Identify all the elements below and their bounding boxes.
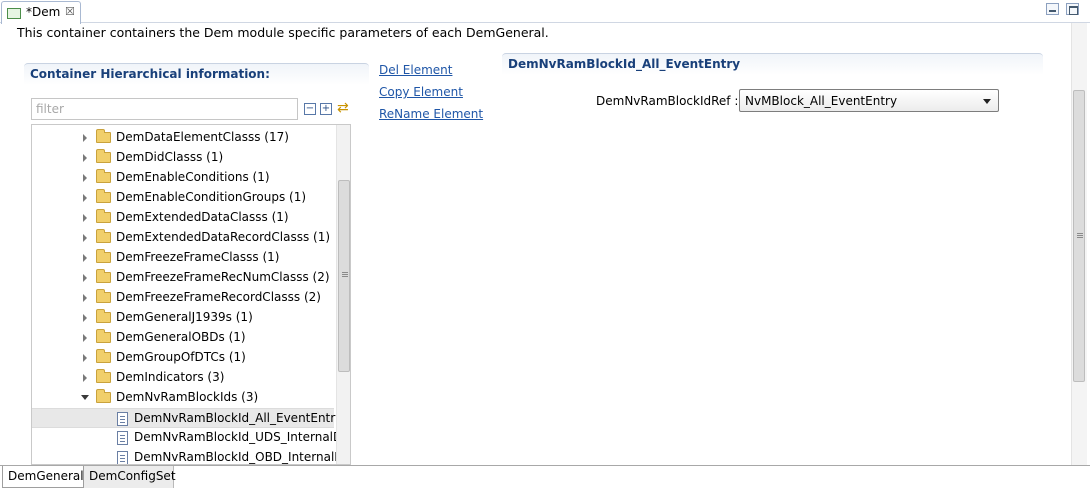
folder-icon — [96, 129, 111, 143]
collapsed-arrow-icon[interactable] — [83, 294, 87, 302]
scroll-grip-icon — [1077, 233, 1083, 234]
folder-icon — [96, 329, 111, 343]
tree-folder-node[interactable]: DemNvRamBlockIds (3) — [32, 388, 334, 408]
tree-node-label: DemFreezeFrameRecNumClasss (2) — [116, 270, 330, 284]
tree-node-label: DemExtendedDataRecordClasss (1) — [116, 230, 331, 244]
tree-folder-node[interactable]: DemFreezeFrameClasss (1) — [32, 248, 334, 268]
folder-icon — [96, 249, 111, 263]
chevron-down-icon — [983, 99, 991, 104]
tree-folder-node[interactable]: DemExtendedDataClasss (1) — [32, 208, 334, 228]
tree-folder-node[interactable]: DemEnableConditionGroups (1) — [32, 188, 334, 208]
editor-tab-dem[interactable]: *Dem ☒ — [1, 1, 81, 24]
collapsed-arrow-icon[interactable] — [83, 334, 87, 342]
folder-icon — [96, 189, 111, 203]
folder-icon — [96, 369, 111, 383]
tree-node-label: DemGeneralJ1939s (1) — [116, 310, 253, 324]
module-description: This container containers the Dem module… — [17, 25, 549, 40]
tree-folder-node[interactable]: DemGeneralOBDs (1) — [32, 328, 334, 348]
tree-node-label: DemNvRamBlockIds (3) — [116, 390, 259, 404]
tree-node-label: DemEnableConditions (1) — [116, 170, 270, 184]
scroll-grip-icon — [342, 272, 348, 273]
collapsed-arrow-icon[interactable] — [83, 234, 87, 242]
nvram-block-id-ref-select[interactable]: NvMBlock_All_EventEntry — [739, 89, 999, 112]
expand-all-icon[interactable]: + — [320, 103, 332, 115]
tree-node-label: DemIndicators (3) — [116, 370, 225, 384]
copy-element-link[interactable]: Copy Element — [379, 85, 463, 99]
tree-folder-node[interactable]: DemFreezeFrameRecNumClasss (2) — [32, 268, 334, 288]
collapsed-arrow-icon[interactable] — [83, 214, 87, 222]
tree-folder-node[interactable]: DemGroupOfDTCs (1) — [32, 348, 334, 368]
rename-element-link[interactable]: ReName Element — [379, 107, 483, 121]
folder-icon — [96, 269, 111, 283]
close-icon[interactable]: ☒ — [65, 5, 75, 18]
folder-icon — [96, 309, 111, 323]
tree-node-label: DemFreezeFrameRecordClasss (2) — [116, 290, 321, 304]
folder-icon — [96, 289, 111, 303]
nvram-block-id-ref-label: DemNvRamBlockIdRef : — [596, 94, 739, 108]
tree-node-label: DemDataElementClasss (17) — [116, 130, 289, 144]
tree-scrollbar-thumb[interactable] — [338, 180, 350, 372]
filter-input[interactable]: filter — [31, 98, 298, 120]
folder-icon — [96, 169, 111, 183]
collapsed-arrow-icon[interactable] — [83, 174, 87, 182]
container-tree[interactable]: DemDataElementClasss (17) DemDidClasss (1… — [31, 124, 351, 465]
element-properties-title: DemNvRamBlockId_All_EventEntry — [508, 57, 741, 71]
tree-node-label: DemGeneralOBDs (1) — [116, 330, 246, 344]
minimize-icon[interactable] — [1046, 3, 1059, 15]
editor-tab-strip: *Dem ☒ — [0, 0, 1090, 24]
folder-icon — [96, 209, 111, 223]
tree-folder-node[interactable]: DemExtendedDataRecordClasss (1) — [32, 228, 334, 248]
document-icon — [117, 451, 128, 464]
folder-icon — [96, 149, 111, 163]
tree-folder-node[interactable]: DemIndicators (3) — [32, 368, 334, 388]
tree-node-label: DemFreezeFrameClasss (1) — [116, 250, 280, 264]
folder-icon — [96, 349, 111, 363]
collapsed-arrow-icon[interactable] — [83, 374, 87, 382]
sync-icon[interactable]: ⇄ — [337, 100, 349, 116]
collapsed-arrow-icon[interactable] — [83, 154, 87, 162]
tree-node-label: DemEnableConditionGroups (1) — [116, 190, 307, 204]
tree-node-label: DemExtendedDataClasss (1) — [116, 210, 289, 224]
container-hierarchy-header: Container Hierarchical information: — [24, 63, 369, 85]
tree-leaf-node[interactable]: DemNvRamBlockId_All_EventEntry — [32, 408, 342, 428]
editor-file-icon — [7, 8, 21, 19]
element-properties-header: DemNvRamBlockId_All_EventEntry — [502, 53, 1043, 75]
tab-demconfigset[interactable]: DemConfigSet — [84, 466, 176, 488]
tree-scrollbar[interactable] — [336, 125, 350, 464]
folder-icon — [96, 389, 111, 403]
tree-folder-node[interactable]: DemEnableConditions (1) — [32, 168, 334, 188]
tree-node-label: DemNvRamBlockId_UDS_InternalD — [134, 430, 343, 444]
container-hierarchy-title: Container Hierarchical information: — [30, 67, 270, 81]
editor-scrollbar-thumb[interactable] — [1073, 90, 1085, 382]
tree-folder-node[interactable]: DemDidClasss (1) — [32, 148, 334, 168]
filter-placeholder: filter — [36, 102, 64, 116]
tree-folder-node[interactable]: DemFreezeFrameRecordClasss (2) — [32, 288, 334, 308]
page-tabs-bar: DemGeneral DemConfigSet — [0, 465, 1090, 490]
document-icon — [117, 412, 128, 426]
document-icon — [117, 431, 128, 445]
tree-leaf-node[interactable]: DemNvRamBlockId_OBD_InternalD — [32, 448, 344, 464]
del-element-link[interactable]: Del Element — [379, 63, 452, 77]
tree-node-label: DemGroupOfDTCs (1) — [116, 350, 246, 364]
tree-leaf-node[interactable]: DemNvRamBlockId_UDS_InternalD — [32, 428, 342, 448]
collapsed-arrow-icon[interactable] — [83, 314, 87, 322]
collapsed-arrow-icon[interactable] — [83, 354, 87, 362]
tab-demgeneral[interactable]: DemGeneral — [2, 466, 84, 488]
collapse-all-icon[interactable]: − — [304, 103, 316, 115]
folder-icon — [96, 229, 111, 243]
collapsed-arrow-icon[interactable] — [83, 254, 87, 262]
collapsed-arrow-icon[interactable] — [83, 134, 87, 142]
collapsed-arrow-icon[interactable] — [83, 194, 87, 202]
tree-node-label: DemNvRamBlockId_All_EventEntry — [134, 411, 343, 425]
tree-node-label: DemNvRamBlockId_OBD_InternalD — [134, 450, 344, 464]
nvram-block-id-ref-value: NvMBlock_All_EventEntry — [745, 94, 898, 108]
tree-folder-node[interactable]: DemGeneralJ1939s (1) — [32, 308, 334, 328]
maximize-icon[interactable] — [1066, 3, 1079, 15]
expanded-arrow-icon[interactable] — [81, 395, 89, 400]
tree-node-label: DemDidClasss (1) — [116, 150, 224, 164]
editor-tab-title: *Dem — [26, 5, 61, 19]
editor-scrollbar[interactable] — [1071, 23, 1087, 465]
tree-folder-node[interactable]: DemDataElementClasss (17) — [32, 128, 334, 148]
collapsed-arrow-icon[interactable] — [83, 274, 87, 282]
